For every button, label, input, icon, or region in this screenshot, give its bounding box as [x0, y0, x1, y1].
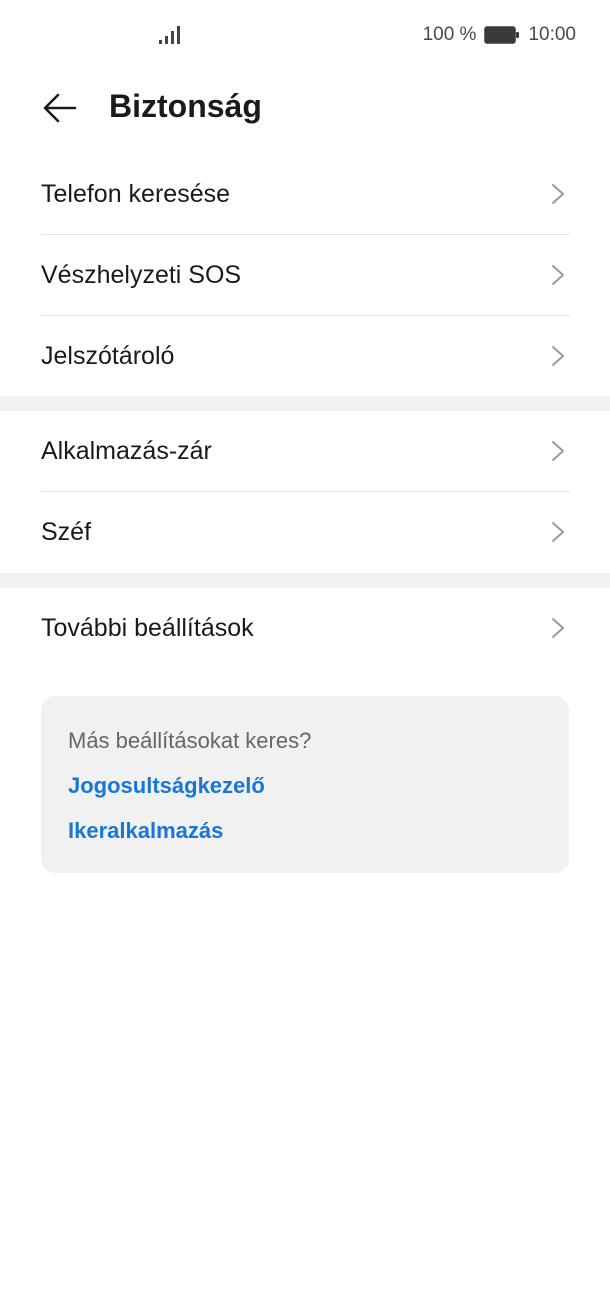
page-title: Biztonság [109, 88, 262, 124]
suggestion-hint: Más beállításokat keres? [68, 728, 312, 753]
signal-bars-icon [159, 26, 180, 44]
settings-group-1: Telefon keresése Vészhelyzeti SOS Jelszó… [0, 154, 610, 396]
chevron-right-icon [552, 618, 564, 638]
chevron-right-icon [552, 184, 564, 204]
chevron-right-icon [552, 441, 564, 461]
back-arrow-icon [43, 93, 77, 123]
menu-item-label: Széf [41, 517, 92, 546]
status-right: 100 % 10:00 [423, 24, 576, 46]
back-button[interactable] [36, 84, 84, 132]
suggestion-card: Más beállításokat keres? Jogosultságkeze… [41, 696, 569, 873]
menu-item-safe[interactable]: Széf [41, 491, 570, 572]
menu-item-label: Alkalmazás-zár [41, 436, 212, 465]
chevron-right-icon [552, 265, 564, 285]
settings-group-2: Alkalmazás-zár Széf [0, 411, 610, 572]
menu-item-label: További beállítások [41, 613, 254, 642]
menu-item-app-lock[interactable]: Alkalmazás-zár [41, 411, 570, 491]
section-separator [0, 573, 610, 588]
menu-item-find-phone[interactable]: Telefon keresése [41, 154, 570, 234]
menu-item-more-settings[interactable]: További beállítások [41, 588, 570, 668]
link-permission-manager[interactable]: Jogosultságkezelő [68, 773, 265, 799]
menu-item-password-vault[interactable]: Jelszótároló [41, 315, 570, 396]
menu-item-label: Jelszótároló [41, 341, 175, 370]
clock: 10:00 [528, 24, 576, 45]
section-separator [0, 396, 610, 411]
chevron-right-icon [552, 346, 564, 366]
link-app-twin[interactable]: Ikeralkalmazás [68, 818, 223, 844]
menu-item-emergency-sos[interactable]: Vészhelyzeti SOS [41, 234, 570, 315]
chevron-right-icon [552, 522, 564, 542]
menu-item-label: Vészhelyzeti SOS [41, 260, 242, 289]
app-header: Biztonság [0, 70, 610, 142]
battery-percent: 100 % [422, 24, 477, 45]
battery-full-icon [484, 26, 520, 44]
status-bar: 100 % 10:00 [0, 0, 610, 72]
menu-item-label: Telefon keresése [41, 179, 231, 208]
settings-group-3: További beállítások [0, 588, 610, 668]
